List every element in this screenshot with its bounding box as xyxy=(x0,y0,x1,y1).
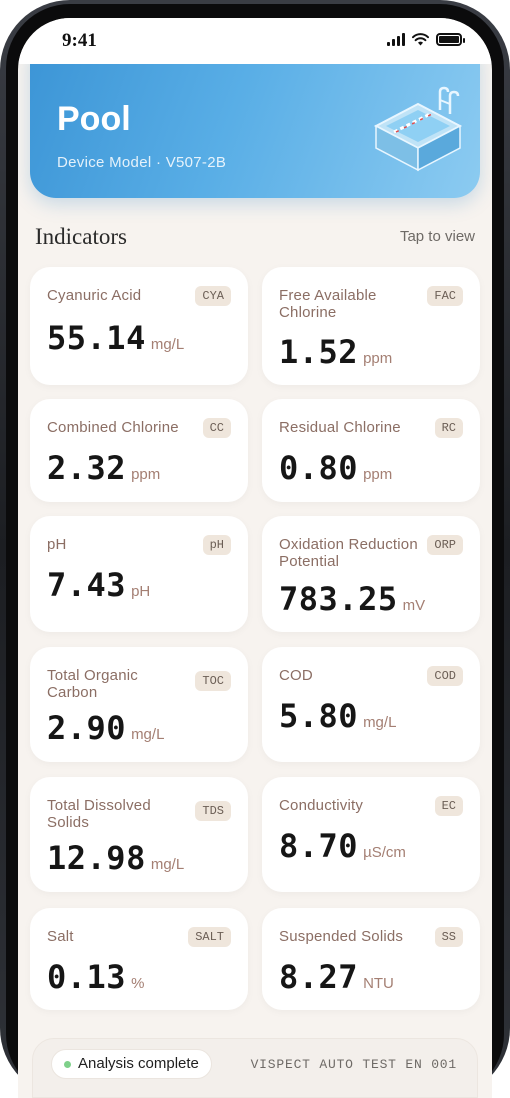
indicator-label: Residual Chlorine xyxy=(279,419,401,436)
indicators-header: Indicators Tap to view xyxy=(35,224,475,252)
status-icons xyxy=(387,33,465,46)
page-title: Pool xyxy=(57,100,131,138)
indicator-value: 1.52 xyxy=(279,333,359,371)
indicator-label: Salt xyxy=(47,928,74,945)
indicator-label: Conductivity xyxy=(279,797,364,814)
test-code: VISPECT AUTO TEST EN 001 xyxy=(250,1057,457,1072)
indicator-code: ORP xyxy=(427,535,463,555)
indicator-label: Suspended Solids xyxy=(279,928,404,945)
indicator-label: Combined Chlorine xyxy=(47,419,179,436)
indicator-reading: 7.43 pH xyxy=(47,566,150,604)
status-dot-icon xyxy=(64,1061,71,1068)
indicator-card-ss[interactable]: Suspended Solids SS 8.27 NTU xyxy=(262,908,480,1010)
indicator-code: TDS xyxy=(195,801,231,821)
device-header-card[interactable]: Pool Device Model · V507-2B xyxy=(30,48,480,198)
indicator-value: 0.13 xyxy=(47,958,127,996)
indicator-card-cya[interactable]: Cyanuric Acid CYA 55.14 mg/L xyxy=(30,267,248,385)
indicator-reading: 12.98 mg/L xyxy=(47,839,184,877)
indicator-unit: % xyxy=(131,975,145,992)
indicator-code: TOC xyxy=(195,671,231,691)
wifi-icon xyxy=(412,33,429,46)
tap-to-view-link[interactable]: Tap to view xyxy=(400,228,475,245)
indicator-reading: 8.70 µS/cm xyxy=(279,827,406,865)
indicator-unit: mV xyxy=(402,597,426,614)
indicator-label: Free Available Chlorine xyxy=(279,287,377,321)
indicator-code: SALT xyxy=(188,927,231,947)
indicator-code: FAC xyxy=(427,286,463,306)
indicator-code: CC xyxy=(202,418,231,438)
indicator-card-ph[interactable]: pH pH 7.43 pH xyxy=(30,516,248,632)
indicator-unit: mg/L xyxy=(150,856,185,873)
indicator-reading: 5.80 mg/L xyxy=(279,697,396,735)
indicator-card-cc[interactable]: Combined Chlorine CC 2.32 ppm xyxy=(30,399,248,502)
indicator-value: 7.43 xyxy=(47,566,127,604)
indicator-code: pH xyxy=(202,535,231,555)
indicator-value: 783.25 xyxy=(279,580,398,618)
indicator-card-tds[interactable]: Total Dissolved Solids TDS 12.98 mg/L xyxy=(30,777,248,892)
pool-icon xyxy=(373,86,463,172)
indicator-card-ec[interactable]: Conductivity EC 8.70 µS/cm xyxy=(262,777,480,892)
indicator-unit: mg/L xyxy=(131,726,165,743)
indicator-value: 5.80 xyxy=(279,697,359,735)
indicator-unit: ppm xyxy=(363,350,393,367)
indicator-value: 0.80 xyxy=(279,449,359,487)
indicator-value: 2.90 xyxy=(47,709,127,747)
indicator-value: 8.70 xyxy=(279,827,359,865)
indicator-code: RC xyxy=(434,418,463,438)
indicator-reading: 783.25 mV xyxy=(279,580,425,618)
indicator-card-cod[interactable]: COD COD 5.80 mg/L xyxy=(262,647,480,762)
indicator-code: SS xyxy=(434,927,463,947)
analysis-status-badge: Analysis complete xyxy=(51,1049,212,1079)
indicator-label: Total Organic Carbon xyxy=(47,667,138,701)
indicator-label: Cyanuric Acid xyxy=(47,287,142,304)
indicator-unit: ppm xyxy=(131,466,161,483)
indicator-code: COD xyxy=(427,666,463,686)
indicator-reading: 2.90 mg/L xyxy=(47,709,164,747)
indicator-label: COD xyxy=(279,667,313,684)
indicator-unit: pH xyxy=(131,583,151,600)
indicator-label: pH xyxy=(47,536,67,553)
phone-frame: 9:41 Pool Device Model · V507-2B Indicat… xyxy=(0,0,510,1098)
indicator-unit: NTU xyxy=(363,975,394,992)
device-model: Device Model · V507-2B xyxy=(57,154,227,171)
indicator-card-rc[interactable]: Residual Chlorine RC 0.80 ppm xyxy=(262,399,480,502)
indicator-reading: 8.27 NTU xyxy=(279,958,394,996)
indicator-label: Total Dissolved Solids xyxy=(47,797,151,831)
indicator-unit: mg/L xyxy=(363,714,397,731)
section-title: Indicators xyxy=(35,224,127,249)
indicator-card-salt[interactable]: Salt SALT 0.13 % xyxy=(30,908,248,1010)
indicator-reading: 1.52 ppm xyxy=(279,333,392,371)
indicator-value: 2.32 xyxy=(47,449,127,487)
indicator-unit: mg/L xyxy=(150,336,185,353)
status-bar: 9:41 xyxy=(18,18,492,64)
indicator-reading: 0.80 ppm xyxy=(279,449,392,487)
indicator-value: 12.98 xyxy=(47,839,146,877)
indicator-card-fac[interactable]: Free Available Chlorine FAC 1.52 ppm xyxy=(262,267,480,385)
indicator-reading: 2.32 ppm xyxy=(47,449,160,487)
indicator-code: EC xyxy=(434,796,463,816)
indicator-card-toc[interactable]: Total Organic Carbon TOC 2.90 mg/L xyxy=(30,647,248,762)
indicator-reading: 55.14 mg/L xyxy=(47,319,184,357)
footer-bar: Analysis complete VISPECT AUTO TEST EN 0… xyxy=(32,1038,478,1098)
indicator-unit: µS/cm xyxy=(363,844,406,861)
indicator-reading: 0.13 % xyxy=(47,958,144,996)
signal-icon xyxy=(387,33,405,46)
status-time: 9:41 xyxy=(62,30,97,51)
indicator-value: 55.14 xyxy=(47,319,146,357)
indicator-label: Oxidation Reduction Potential xyxy=(279,536,418,570)
indicator-unit: ppm xyxy=(363,466,393,483)
app-screen: 9:41 Pool Device Model · V507-2B Indicat… xyxy=(18,18,492,1098)
indicator-card-orp[interactable]: Oxidation Reduction Potential ORP 783.25… xyxy=(262,516,480,632)
analysis-status-text: Analysis complete xyxy=(78,1055,199,1072)
indicator-code: CYA xyxy=(195,286,231,306)
battery-icon xyxy=(436,33,465,46)
indicator-value: 8.27 xyxy=(279,958,359,996)
